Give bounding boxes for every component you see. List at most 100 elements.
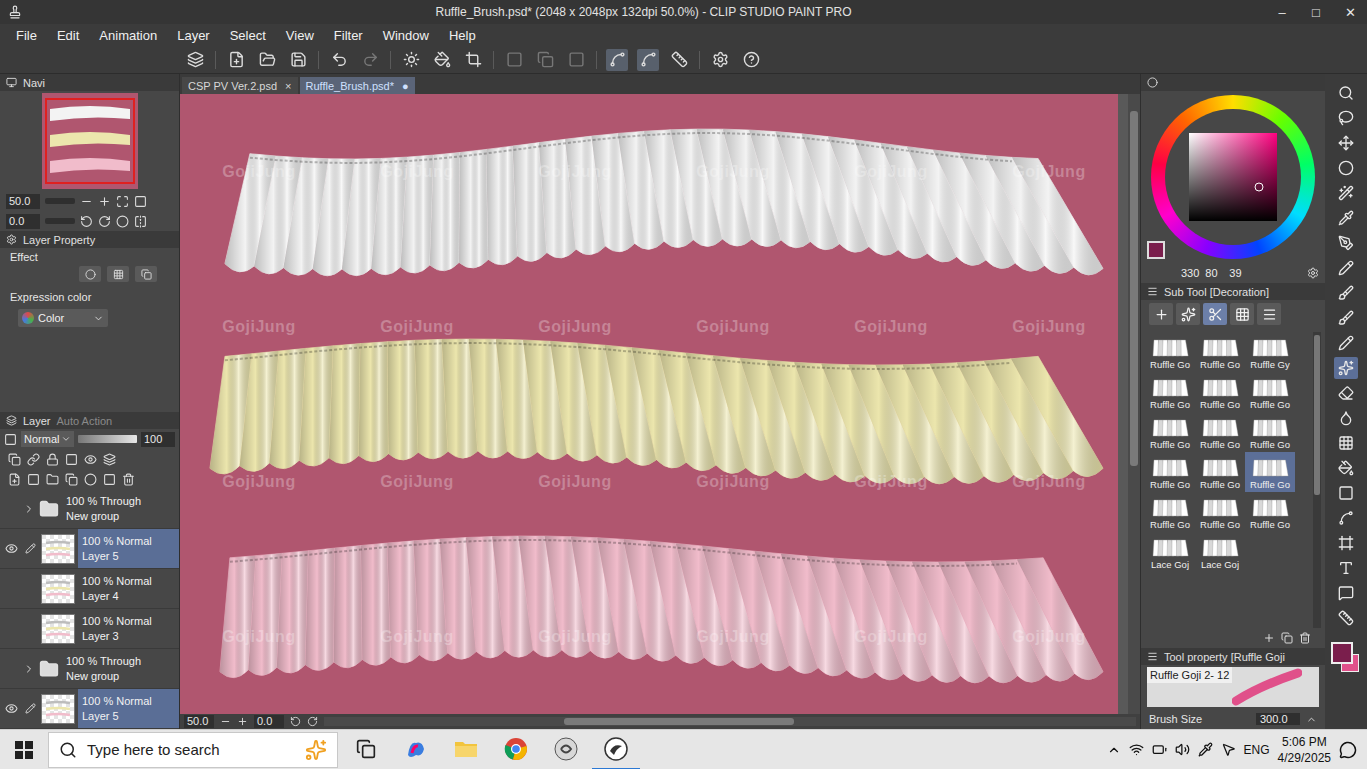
- tool-button[interactable]: [1334, 182, 1358, 204]
- tool-button[interactable]: [1334, 607, 1358, 629]
- window-control-button[interactable]: –: [1265, 0, 1299, 24]
- group-tab[interactable]: [1149, 303, 1173, 325]
- group-tab[interactable]: [1176, 303, 1200, 325]
- tool-button[interactable]: [1334, 207, 1358, 229]
- taskbar-app[interactable]: [392, 730, 440, 769]
- sub-tool-item[interactable]: Ruffle Go: [1195, 372, 1245, 412]
- canvas-view[interactable]: GojiJungGojiJungGojiJungGojiJungGojiJung…: [180, 94, 1128, 714]
- sub-tool-item[interactable]: Ruffle Go: [1195, 412, 1245, 452]
- mask-visible-icon[interactable]: [84, 453, 97, 466]
- reference-icon[interactable]: [27, 453, 40, 466]
- delete-icon[interactable]: [122, 473, 135, 486]
- tool-button[interactable]: [1334, 407, 1358, 429]
- taskbar-app[interactable]: [592, 730, 640, 769]
- layer-row[interactable]: 100 % NormalLayer 3: [0, 609, 179, 649]
- status-angle[interactable]: 0.0: [254, 715, 284, 728]
- merge-icon[interactable]: [103, 473, 116, 486]
- toolbar-button[interactable]: [400, 49, 422, 71]
- tool-button[interactable]: [1334, 557, 1358, 579]
- layer-row[interactable]: 100 % NormalLayer 5: [0, 529, 179, 569]
- notifications-icon[interactable]: [1339, 741, 1357, 759]
- group-tab[interactable]: [1257, 303, 1281, 325]
- document-tab[interactable]: Ruffle_Brush.psd*●: [300, 77, 415, 94]
- rotate-slider[interactable]: [45, 218, 75, 224]
- sub-tool-item[interactable]: Ruffle Go: [1195, 332, 1245, 372]
- panel-menu-icon[interactable]: [1147, 286, 1158, 297]
- volume-icon[interactable]: [1175, 742, 1190, 757]
- sub-tool-item[interactable]: Ruffle Go: [1195, 492, 1245, 532]
- toolbar-button[interactable]: [637, 49, 659, 71]
- toolbar-button[interactable]: [740, 49, 762, 71]
- zoom-out-icon[interactable]: [220, 716, 231, 727]
- expression-dropdown[interactable]: Color: [18, 309, 108, 327]
- delete-icon[interactable]: [1299, 632, 1311, 644]
- rotate-right-icon[interactable]: [98, 215, 111, 228]
- sub-tool-item[interactable]: Ruffle Go: [1145, 372, 1195, 412]
- clock[interactable]: 5:06 PM4/29/2025: [1278, 734, 1331, 766]
- toolbar-button[interactable]: [606, 49, 628, 71]
- sub-tool-scrollbar[interactable]: [1313, 332, 1321, 628]
- lock-icon[interactable]: [46, 453, 59, 466]
- pen-tray-icon[interactable]: [1198, 742, 1213, 757]
- toolbar-button[interactable]: [287, 49, 309, 71]
- layer-stack-icon[interactable]: [103, 453, 116, 466]
- saturation-value-square[interactable]: [1189, 133, 1277, 221]
- vertical-scrollbar[interactable]: [1128, 94, 1140, 714]
- zoom-slider[interactable]: [45, 198, 75, 204]
- edit-target[interactable]: [22, 543, 38, 554]
- edit-target[interactable]: [22, 703, 38, 714]
- rotate-right-icon[interactable]: [307, 716, 318, 727]
- zoom-field[interactable]: 50.0: [6, 194, 40, 209]
- effect-button[interactable]: [135, 266, 157, 282]
- sub-tool-item[interactable]: Ruffle Go: [1245, 372, 1295, 412]
- tool-button[interactable]: [1334, 82, 1358, 104]
- navigator-thumbnail[interactable]: [42, 93, 138, 189]
- toolbar-button[interactable]: [431, 49, 453, 71]
- spin-icon[interactable]: [1306, 714, 1317, 725]
- window-control-button[interactable]: ✕: [1333, 0, 1367, 24]
- mask-icon[interactable]: [84, 473, 97, 486]
- toolbar-button[interactable]: [709, 49, 731, 71]
- toolbar-button[interactable]: [184, 49, 206, 71]
- toolbar-button[interactable]: [503, 49, 525, 71]
- sub-tool-item[interactable]: Ruffle Go: [1195, 452, 1245, 492]
- scroll-thumb[interactable]: [564, 718, 794, 725]
- folder-expander[interactable]: [22, 663, 36, 675]
- pointer-tray-icon[interactable]: [1221, 742, 1236, 757]
- scroll-thumb[interactable]: [1130, 111, 1138, 466]
- opacity-slider[interactable]: [78, 435, 137, 443]
- taskbar-search[interactable]: Type here to search: [48, 732, 338, 768]
- new-raster-icon[interactable]: [8, 473, 21, 486]
- layer-row[interactable]: 100 % ThroughNew group: [0, 649, 179, 689]
- blend-mode-select[interactable]: Normal: [21, 431, 74, 447]
- toolbar-button[interactable]: [225, 49, 247, 71]
- window-control-button[interactable]: □: [1299, 0, 1333, 24]
- clip-icon[interactable]: [8, 453, 21, 466]
- tool-button[interactable]: [1334, 432, 1358, 454]
- tool-button[interactable]: [1334, 107, 1358, 129]
- layer-row[interactable]: 100 % NormalLayer 4: [0, 569, 179, 609]
- effect-button[interactable]: [79, 266, 101, 282]
- menu-item[interactable]: Animation: [89, 28, 167, 43]
- sub-tool-item[interactable]: Ruffle Go: [1145, 412, 1195, 452]
- zoom-out-icon[interactable]: [80, 195, 93, 208]
- rotate-left-icon[interactable]: [80, 215, 93, 228]
- sub-tool-item[interactable]: Ruffle Go: [1245, 412, 1295, 452]
- visibility-toggle[interactable]: [3, 542, 19, 555]
- tool-button[interactable]: [1334, 457, 1358, 479]
- tool-button[interactable]: [1334, 482, 1358, 504]
- toolbar-button[interactable]: [462, 49, 484, 71]
- brush-size-field[interactable]: 300.0: [1256, 713, 1300, 725]
- lock-transparency-icon[interactable]: [65, 453, 78, 466]
- start-button[interactable]: [0, 730, 48, 769]
- horizontal-scrollbar[interactable]: [324, 717, 1136, 726]
- sub-tool-item[interactable]: Ruffle Go: [1245, 492, 1295, 532]
- color-marker[interactable]: [1255, 182, 1264, 191]
- rotate-field[interactable]: 0.0: [6, 214, 40, 229]
- toolbar-button[interactable]: [256, 49, 278, 71]
- current-color-swatch[interactable]: [1147, 241, 1165, 259]
- menu-item[interactable]: Window: [373, 28, 439, 43]
- sub-tool-item[interactable]: Ruffle Go: [1145, 332, 1195, 372]
- toolbar-button[interactable]: [668, 49, 690, 71]
- menu-item[interactable]: Edit: [47, 28, 89, 43]
